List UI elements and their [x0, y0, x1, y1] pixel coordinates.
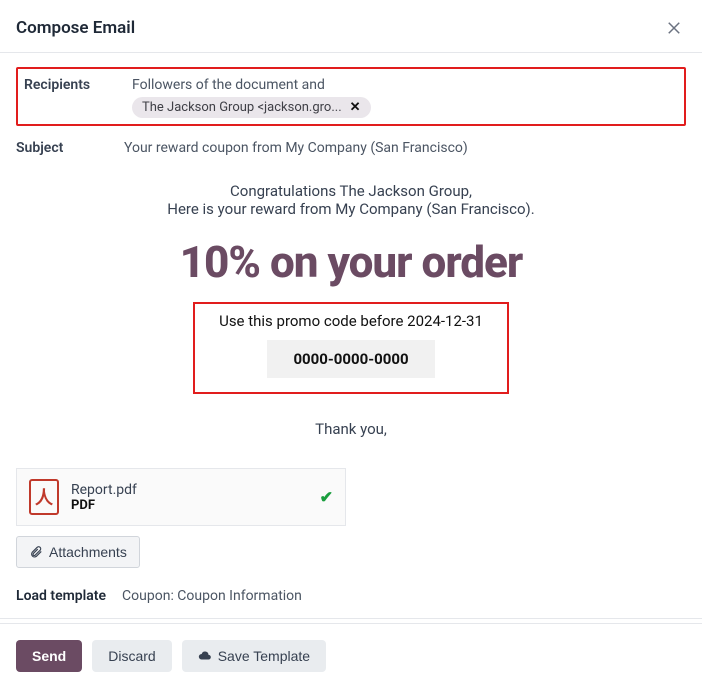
attachment-card[interactable]: 人 Report.pdf PDF ✔ — [16, 468, 346, 526]
pdf-icon: 人 — [29, 479, 59, 515]
recipients-text: Followers of the document and — [132, 77, 325, 93]
remove-recipient-icon[interactable]: ✕ — [350, 100, 361, 115]
attachment-filename: Report.pdf — [71, 482, 137, 498]
attachments-button-label: Attachments — [49, 544, 127, 560]
body-line2: Here is your reward from My Company (San… — [16, 200, 686, 218]
recipients-highlight: Recipients Followers of the document and… — [16, 67, 686, 126]
paperclip-icon — [29, 545, 43, 559]
close-button[interactable] — [662, 16, 686, 40]
subject-label: Subject — [16, 136, 124, 156]
recipients-label: Recipients — [24, 73, 132, 93]
attachments-button[interactable]: Attachments — [16, 536, 140, 568]
save-template-label: Save Template — [218, 648, 310, 664]
body-thank: Thank you, — [16, 420, 686, 438]
compose-email-modal: Compose Email Recipients Followers of th… — [0, 0, 702, 688]
close-icon — [665, 19, 683, 37]
send-button[interactable]: Send — [16, 640, 82, 672]
promo-code: 0000-0000-0000 — [267, 340, 434, 378]
cloud-upload-icon — [198, 649, 212, 663]
modal-footer: Send Discard Save Template — [0, 623, 702, 688]
body-line1: Congratulations The Jackson Group, — [16, 182, 686, 200]
template-select[interactable]: Coupon: Coupon Information — [122, 588, 302, 604]
recipients-value[interactable]: Followers of the document and The Jackso… — [132, 73, 678, 118]
load-template-label: Load template — [16, 588, 106, 604]
subject-input[interactable]: Your reward coupon from My Company (San … — [124, 136, 686, 156]
email-body[interactable]: Congratulations The Jackson Group, Here … — [0, 174, 702, 468]
recipient-chip-label: The Jackson Group <jackson.gro... — [142, 100, 342, 115]
promo-text: Use this promo code before 2024-12-31 — [219, 312, 483, 330]
discard-button[interactable]: Discard — [92, 640, 171, 672]
save-template-button[interactable]: Save Template — [182, 640, 326, 672]
divider — [0, 618, 702, 619]
modal-title: Compose Email — [16, 18, 135, 38]
attachment-type: PDF — [71, 498, 137, 513]
promo-highlight: Use this promo code before 2024-12-31 00… — [193, 302, 509, 394]
body-hero: 10% on your order — [16, 236, 686, 288]
recipient-chip[interactable]: The Jackson Group <jackson.gro... ✕ — [132, 97, 371, 118]
check-icon: ✔ — [320, 488, 333, 507]
modal-header: Compose Email — [0, 0, 702, 52]
